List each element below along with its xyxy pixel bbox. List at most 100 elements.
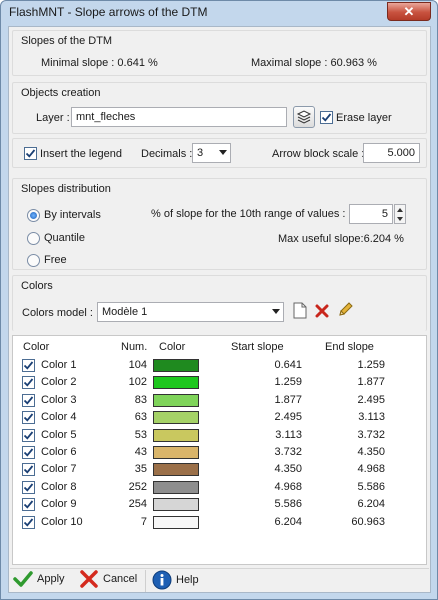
row-end-slope: 60.963 — [351, 515, 385, 528]
color-swatch[interactable] — [153, 393, 199, 407]
column-header-num: Num. — [121, 341, 148, 353]
delete-icon[interactable] — [315, 304, 329, 318]
button-bar: Apply Cancel Help — [9, 568, 430, 593]
row-count: 102 — [128, 376, 147, 389]
row-end-slope: 3.113 — [358, 411, 385, 424]
row-end-slope: 5.586 — [357, 480, 385, 493]
row-count: 63 — [134, 411, 147, 424]
layer-picker-button[interactable] — [293, 106, 315, 128]
options-row: Insert the legend Decimals : 3 Arrow blo… — [12, 138, 427, 168]
dialog-client-area: Slopes of the DTM Minimal slope : 0.641 … — [8, 26, 431, 593]
new-file-icon[interactable] — [293, 302, 307, 319]
color-swatch[interactable] — [153, 480, 199, 494]
row-count: 104 — [128, 359, 147, 371]
radio-by-intervals[interactable] — [27, 209, 40, 222]
checkmark-icon — [321, 113, 332, 122]
checkmark-icon — [23, 465, 34, 475]
checkmark-icon — [23, 483, 34, 492]
color-swatch[interactable] — [153, 498, 199, 512]
table-row[interactable]: Color 9 254 5.586 6.204 — [13, 496, 426, 513]
spin-up-icon[interactable] — [395, 205, 405, 214]
table-row[interactable]: Color 8 252 4.968 5.586 — [13, 479, 426, 496]
close-button[interactable]: ✕ — [387, 2, 431, 21]
color-swatch[interactable] — [153, 446, 199, 459]
row-end-slope: 2.495 — [357, 393, 385, 406]
row-end-slope: 4.350 — [357, 446, 385, 458]
row-enable-checkbox[interactable] — [22, 446, 35, 459]
checkmark-icon — [23, 518, 34, 527]
checkmark-icon — [23, 500, 34, 509]
row-start-slope: 2.495 — [274, 411, 302, 424]
row-enable-checkbox[interactable] — [22, 463, 35, 477]
spin-down-icon[interactable] — [395, 214, 405, 223]
column-header-end-slope: End slope — [325, 341, 374, 353]
row-enable-checkbox[interactable] — [22, 411, 35, 425]
help-button[interactable]: Help — [152, 570, 199, 590]
erase-layer-checkbox[interactable] — [320, 111, 333, 124]
row-enable-checkbox[interactable] — [22, 376, 35, 390]
window-title: FlashMNT - Slope arrows of the DTM — [9, 5, 208, 19]
tenth-range-label: % of slope for the 10th range of values … — [151, 208, 346, 220]
table-row[interactable]: Color 10 7 6.204 60.963 — [13, 514, 426, 531]
group-title: Objects creation — [21, 87, 101, 99]
title-bar[interactable]: FlashMNT - Slope arrows of the DTM ✕ — [1, 1, 437, 25]
row-count: 7 — [140, 515, 147, 528]
checkmark-icon — [13, 571, 33, 587]
row-color-name: Color 8 — [41, 480, 77, 493]
row-count: 53 — [134, 428, 147, 441]
table-row[interactable]: Color 2 102 1.259 1.877 — [13, 374, 426, 391]
row-enable-checkbox[interactable] — [22, 359, 35, 372]
row-count: 35 — [134, 463, 147, 476]
color-swatch[interactable] — [153, 411, 199, 425]
colors-model-select[interactable]: Modèle 1 — [97, 302, 284, 322]
minimal-slope-label: Minimal slope : 0.641 % — [41, 57, 158, 69]
row-enable-checkbox[interactable] — [22, 480, 35, 494]
color-swatch[interactable] — [153, 428, 199, 442]
row-end-slope: 4.968 — [357, 463, 385, 476]
color-swatch[interactable] — [153, 376, 199, 390]
table-row[interactable]: Color 1 104 0.641 1.259 — [13, 357, 426, 374]
row-start-slope: 3.732 — [274, 446, 302, 458]
row-enable-checkbox[interactable] — [22, 393, 35, 407]
max-useful-slope-label: Max useful slope:6.204 % — [278, 233, 404, 245]
checkmark-icon — [25, 149, 36, 158]
column-header-start-slope: Start slope — [231, 341, 284, 353]
insert-legend-checkbox[interactable] — [24, 147, 37, 160]
cancel-label: Cancel — [103, 573, 138, 585]
tenth-range-spinner[interactable] — [394, 204, 406, 224]
table-row[interactable]: Color 7 35 4.350 4.968 — [13, 461, 426, 478]
layer-name-field[interactable]: mnt_fleches — [71, 107, 287, 127]
radio-free[interactable] — [27, 254, 40, 267]
table-row[interactable]: Color 6 43 3.732 4.350 — [13, 444, 426, 461]
layers-icon — [296, 110, 312, 124]
row-color-name: Color 7 — [41, 463, 77, 476]
decimals-label: Decimals : — [141, 148, 193, 160]
row-count: 252 — [128, 480, 147, 493]
edit-pencil-icon[interactable] — [337, 301, 354, 318]
info-icon — [152, 570, 172, 590]
colors-table: Color Num. Color Start slope End slope C… — [12, 335, 427, 565]
table-row[interactable]: Color 5 53 3.113 3.732 — [13, 427, 426, 444]
table-row[interactable]: Color 3 83 1.877 2.495 — [13, 392, 426, 409]
row-end-slope: 1.259 — [357, 359, 385, 371]
color-swatch[interactable] — [153, 463, 199, 477]
row-enable-checkbox[interactable] — [22, 498, 35, 512]
row-start-slope: 5.586 — [274, 498, 302, 511]
color-swatch[interactable] — [153, 515, 199, 529]
row-color-name: Color 4 — [41, 411, 77, 424]
row-color-name: Color 6 — [41, 446, 77, 458]
cancel-button[interactable]: Cancel — [79, 570, 137, 588]
table-row[interactable]: Color 4 63 2.495 3.113 — [13, 409, 426, 426]
row-enable-checkbox[interactable] — [22, 428, 35, 442]
group-title: Slopes of the DTM — [21, 35, 113, 47]
decimals-select[interactable]: 3 — [192, 143, 231, 163]
group-title: Colors — [21, 280, 53, 292]
row-enable-checkbox[interactable] — [22, 515, 35, 529]
row-end-slope: 3.732 — [357, 428, 385, 441]
color-swatch[interactable] — [153, 359, 199, 372]
radio-quantile[interactable] — [27, 232, 40, 245]
tenth-range-field[interactable]: 5 — [349, 204, 393, 224]
apply-button[interactable]: Apply — [13, 570, 65, 588]
column-header-swatch: Color — [159, 341, 186, 353]
arrow-scale-field[interactable]: 5.000 — [363, 143, 420, 163]
